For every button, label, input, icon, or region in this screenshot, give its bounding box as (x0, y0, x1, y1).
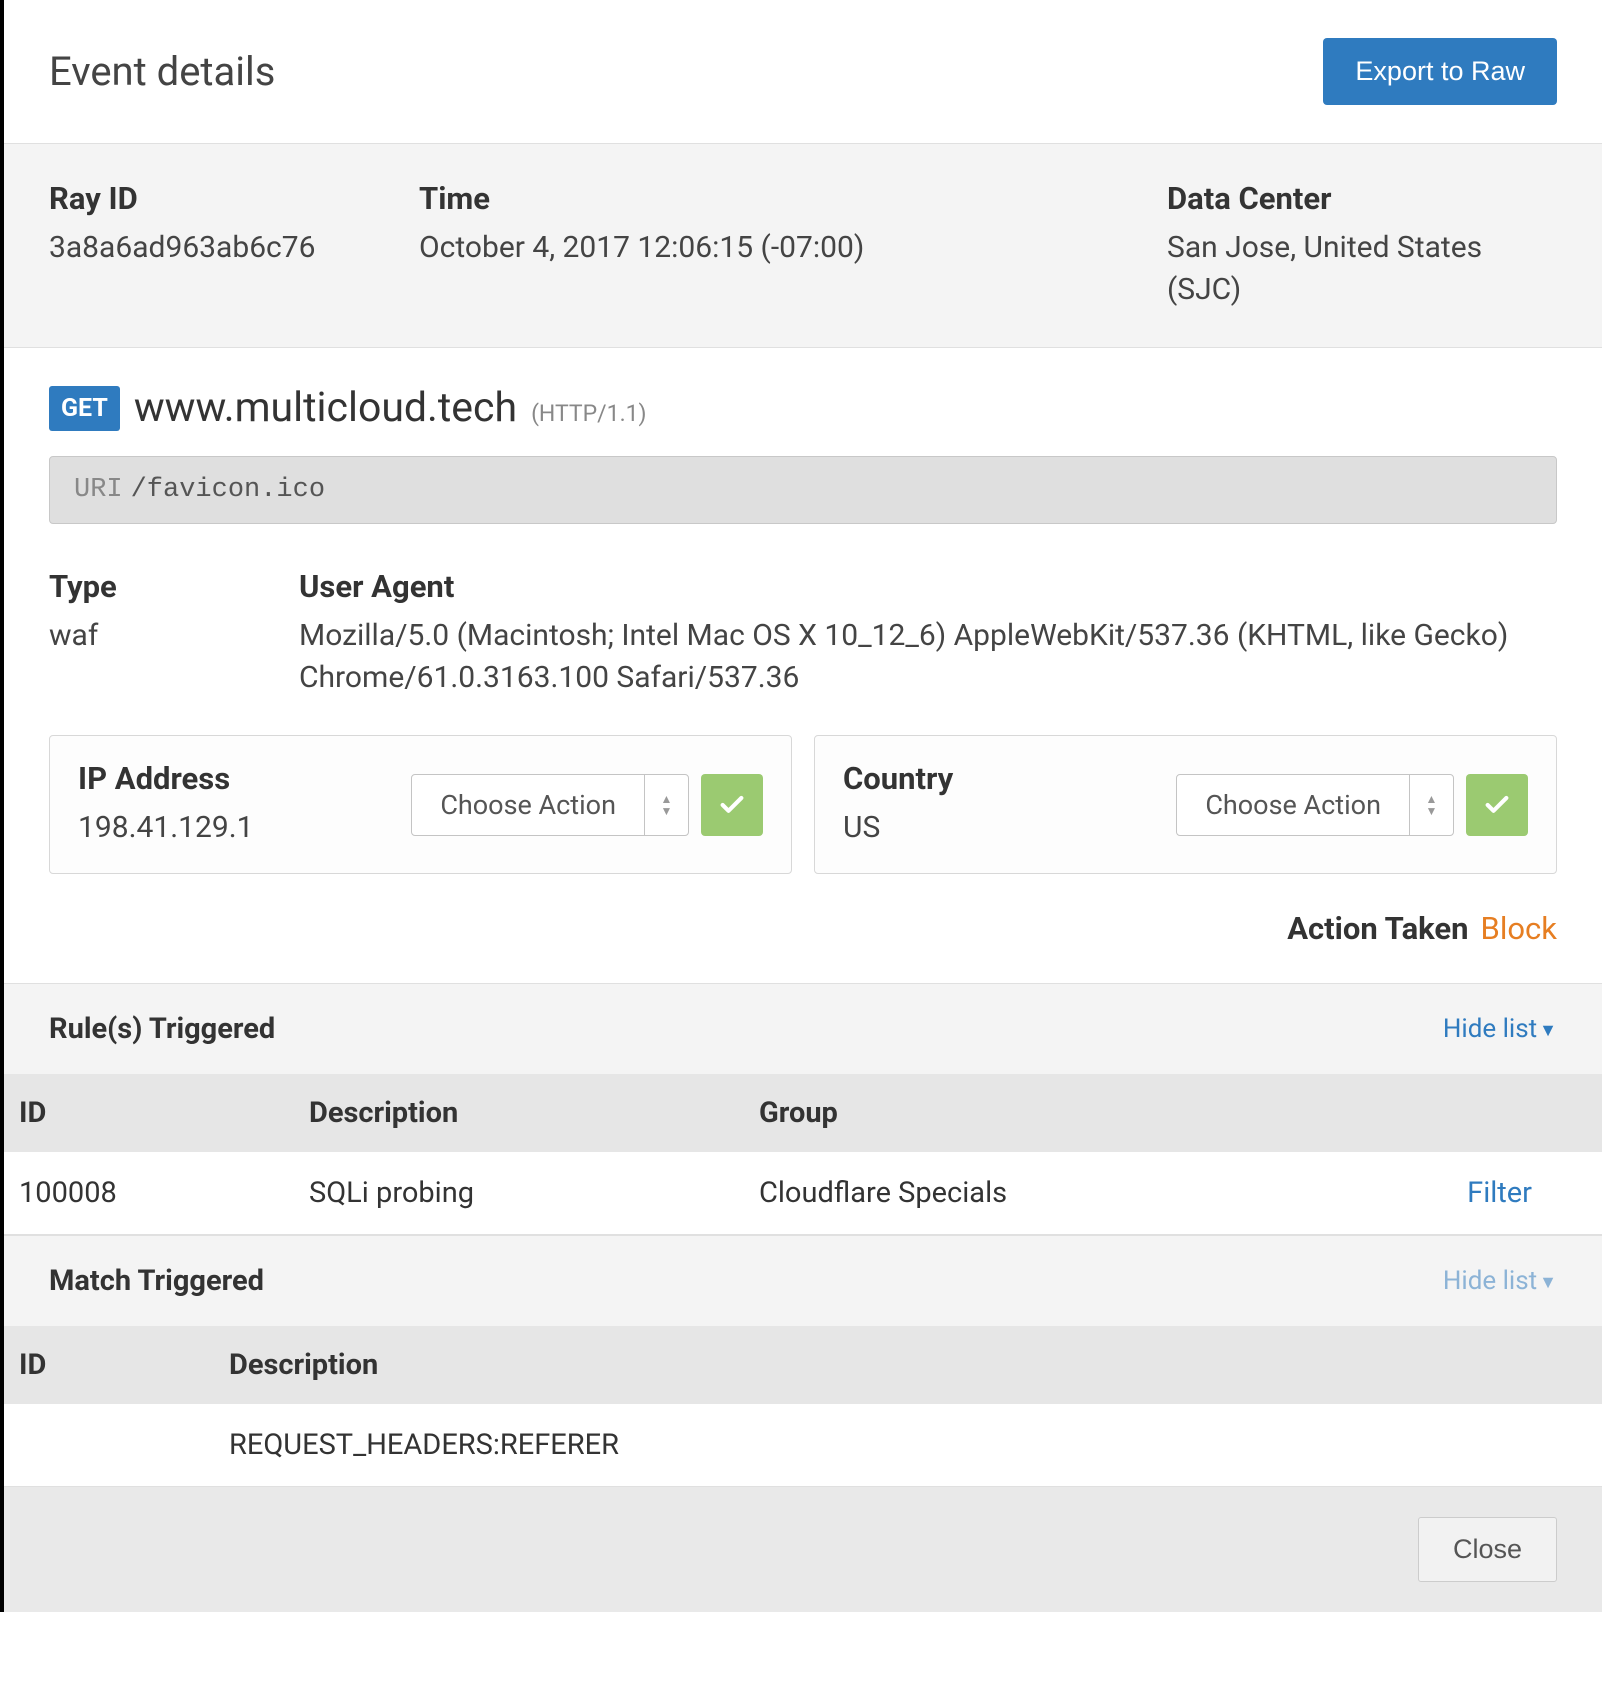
uri-value: /favicon.ico (131, 475, 325, 505)
action-taken-row: Action Taken Block (4, 910, 1602, 983)
datacenter-label: Data Center (1167, 180, 1557, 217)
ip-address-value: 198.41.129.1 (78, 807, 411, 849)
ip-action-dropdown[interactable]: Choose Action ▲▼ (411, 774, 689, 836)
meta-section: Ray ID 3a8a6ad963ab6c76 Time October 4, … (4, 143, 1602, 348)
type-label: Type (49, 568, 299, 605)
time-label: Time (419, 180, 1167, 217)
rules-col-id: ID (19, 1096, 309, 1130)
close-button[interactable]: Close (1418, 1517, 1557, 1582)
updown-icon: ▲▼ (1409, 775, 1453, 835)
match-triggered-header: Match Triggered Hide list▼ (4, 1235, 1602, 1326)
match-table-row: REQUEST_HEADERS:REFERER (4, 1404, 1602, 1487)
match-table-header: ID Description (4, 1326, 1602, 1404)
check-icon (1483, 791, 1511, 819)
ip-address-label: IP Address (78, 760, 411, 797)
check-icon (718, 791, 746, 819)
country-action-dropdown[interactable]: Choose Action ▲▼ (1176, 774, 1454, 836)
country-action-panel: Country US Choose Action ▲▼ (814, 735, 1557, 874)
updown-icon: ▲▼ (644, 775, 688, 835)
rule-id: 100008 (19, 1176, 309, 1210)
action-taken-value: Block (1481, 910, 1557, 947)
event-details-modal: Event details Export to Raw Ray ID 3a8a6… (0, 0, 1602, 1612)
country-action-confirm-button[interactable] (1466, 774, 1528, 836)
match-triggered-title: Match Triggered (49, 1264, 264, 1298)
ray-id-label: Ray ID (49, 180, 419, 217)
rules-hide-list-toggle[interactable]: Hide list▼ (1443, 1014, 1557, 1044)
datacenter-value: San Jose, United States (SJC) (1167, 227, 1557, 311)
uri-box: URI/favicon.ico (49, 456, 1557, 524)
action-taken-label: Action Taken (1287, 910, 1468, 947)
rules-col-group: Group (759, 1096, 1427, 1130)
user-agent-value: Mozilla/5.0 (Macintosh; Intel Mac OS X 1… (299, 615, 1557, 699)
host-text: www.multicloud.tech (134, 384, 517, 432)
rules-col-desc: Description (309, 1096, 759, 1130)
export-raw-button[interactable]: Export to Raw (1323, 38, 1557, 105)
rules-table-row: 100008 SQLi probing Cloudflare Specials … (4, 1152, 1602, 1235)
ip-action-dropdown-label: Choose Action (412, 775, 644, 835)
request-section: GET www.multicloud.tech (HTTP/1.1) URI/f… (4, 348, 1602, 874)
rules-triggered-header: Rule(s) Triggered Hide list▼ (4, 983, 1602, 1074)
triangle-down-icon: ▼ (1539, 1272, 1557, 1293)
rule-group: Cloudflare Specials (759, 1176, 1427, 1210)
rules-table-header: ID Description Group (4, 1074, 1602, 1152)
triangle-down-icon: ▼ (1539, 1020, 1557, 1041)
country-action-dropdown-label: Choose Action (1177, 775, 1409, 835)
protocol-text: (HTTP/1.1) (531, 400, 647, 427)
match-hide-list-toggle[interactable]: Hide list▼ (1443, 1266, 1557, 1296)
http-method-badge: GET (49, 386, 120, 431)
match-description: REQUEST_HEADERS:REFERER (229, 1428, 1587, 1462)
rule-description: SQLi probing (309, 1176, 759, 1210)
country-value: US (843, 807, 1176, 849)
time-value: October 4, 2017 12:06:15 (-07:00) (419, 227, 1167, 269)
match-id (19, 1428, 229, 1462)
match-col-desc: Description (229, 1348, 1587, 1382)
footer-bar: Close (4, 1487, 1602, 1612)
ray-id-value: 3a8a6ad963ab6c76 (49, 227, 419, 269)
rules-triggered-title: Rule(s) Triggered (49, 1012, 275, 1046)
match-col-id: ID (19, 1348, 229, 1382)
country-label: Country (843, 760, 1176, 797)
header-bar: Event details Export to Raw (4, 0, 1602, 143)
type-value: waf (49, 615, 299, 657)
ip-action-panel: IP Address 198.41.129.1 Choose Action ▲▼ (49, 735, 792, 874)
page-title: Event details (49, 48, 275, 95)
rule-filter-link[interactable]: Filter (1467, 1176, 1532, 1210)
ip-action-confirm-button[interactable] (701, 774, 763, 836)
user-agent-label: User Agent (299, 568, 1557, 605)
uri-label: URI (74, 475, 123, 505)
